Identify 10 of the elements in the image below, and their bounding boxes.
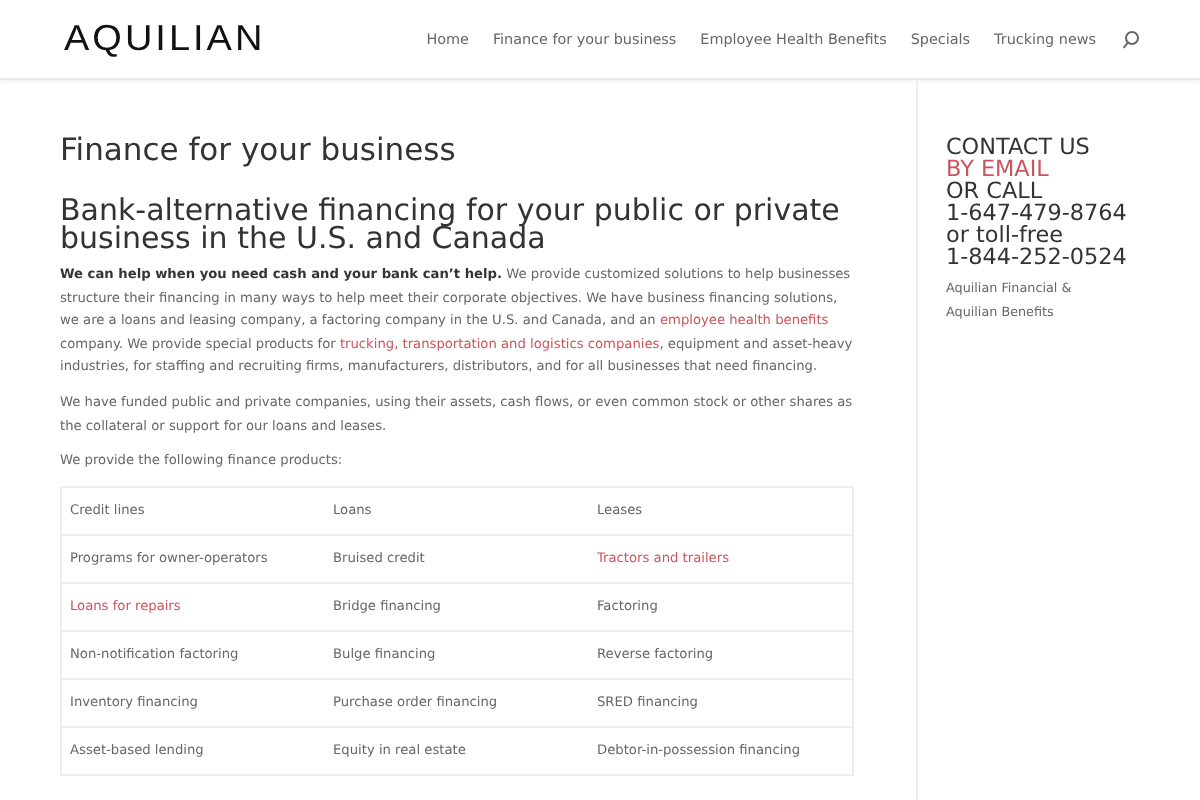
search-icon[interactable] bbox=[1122, 29, 1140, 49]
logo[interactable]: AQUILIAN bbox=[64, 18, 266, 60]
contact-text: or toll-free bbox=[946, 224, 1064, 246]
email-link[interactable]: BY EMAIL bbox=[946, 158, 1127, 180]
contact-text: OR CALL bbox=[946, 180, 1043, 202]
contact-text: CONTACT US bbox=[946, 136, 1092, 158]
page-subtitle: Bank-alternative financing for your public or private business in the U.S. and Canada bbox=[60, 196, 842, 252]
contact-text: 1-844-252-0524 bbox=[946, 246, 1127, 268]
page-title: Finance for your business bbox=[60, 132, 458, 168]
contact-text: 1-647-479-8764 bbox=[946, 202, 1127, 224]
